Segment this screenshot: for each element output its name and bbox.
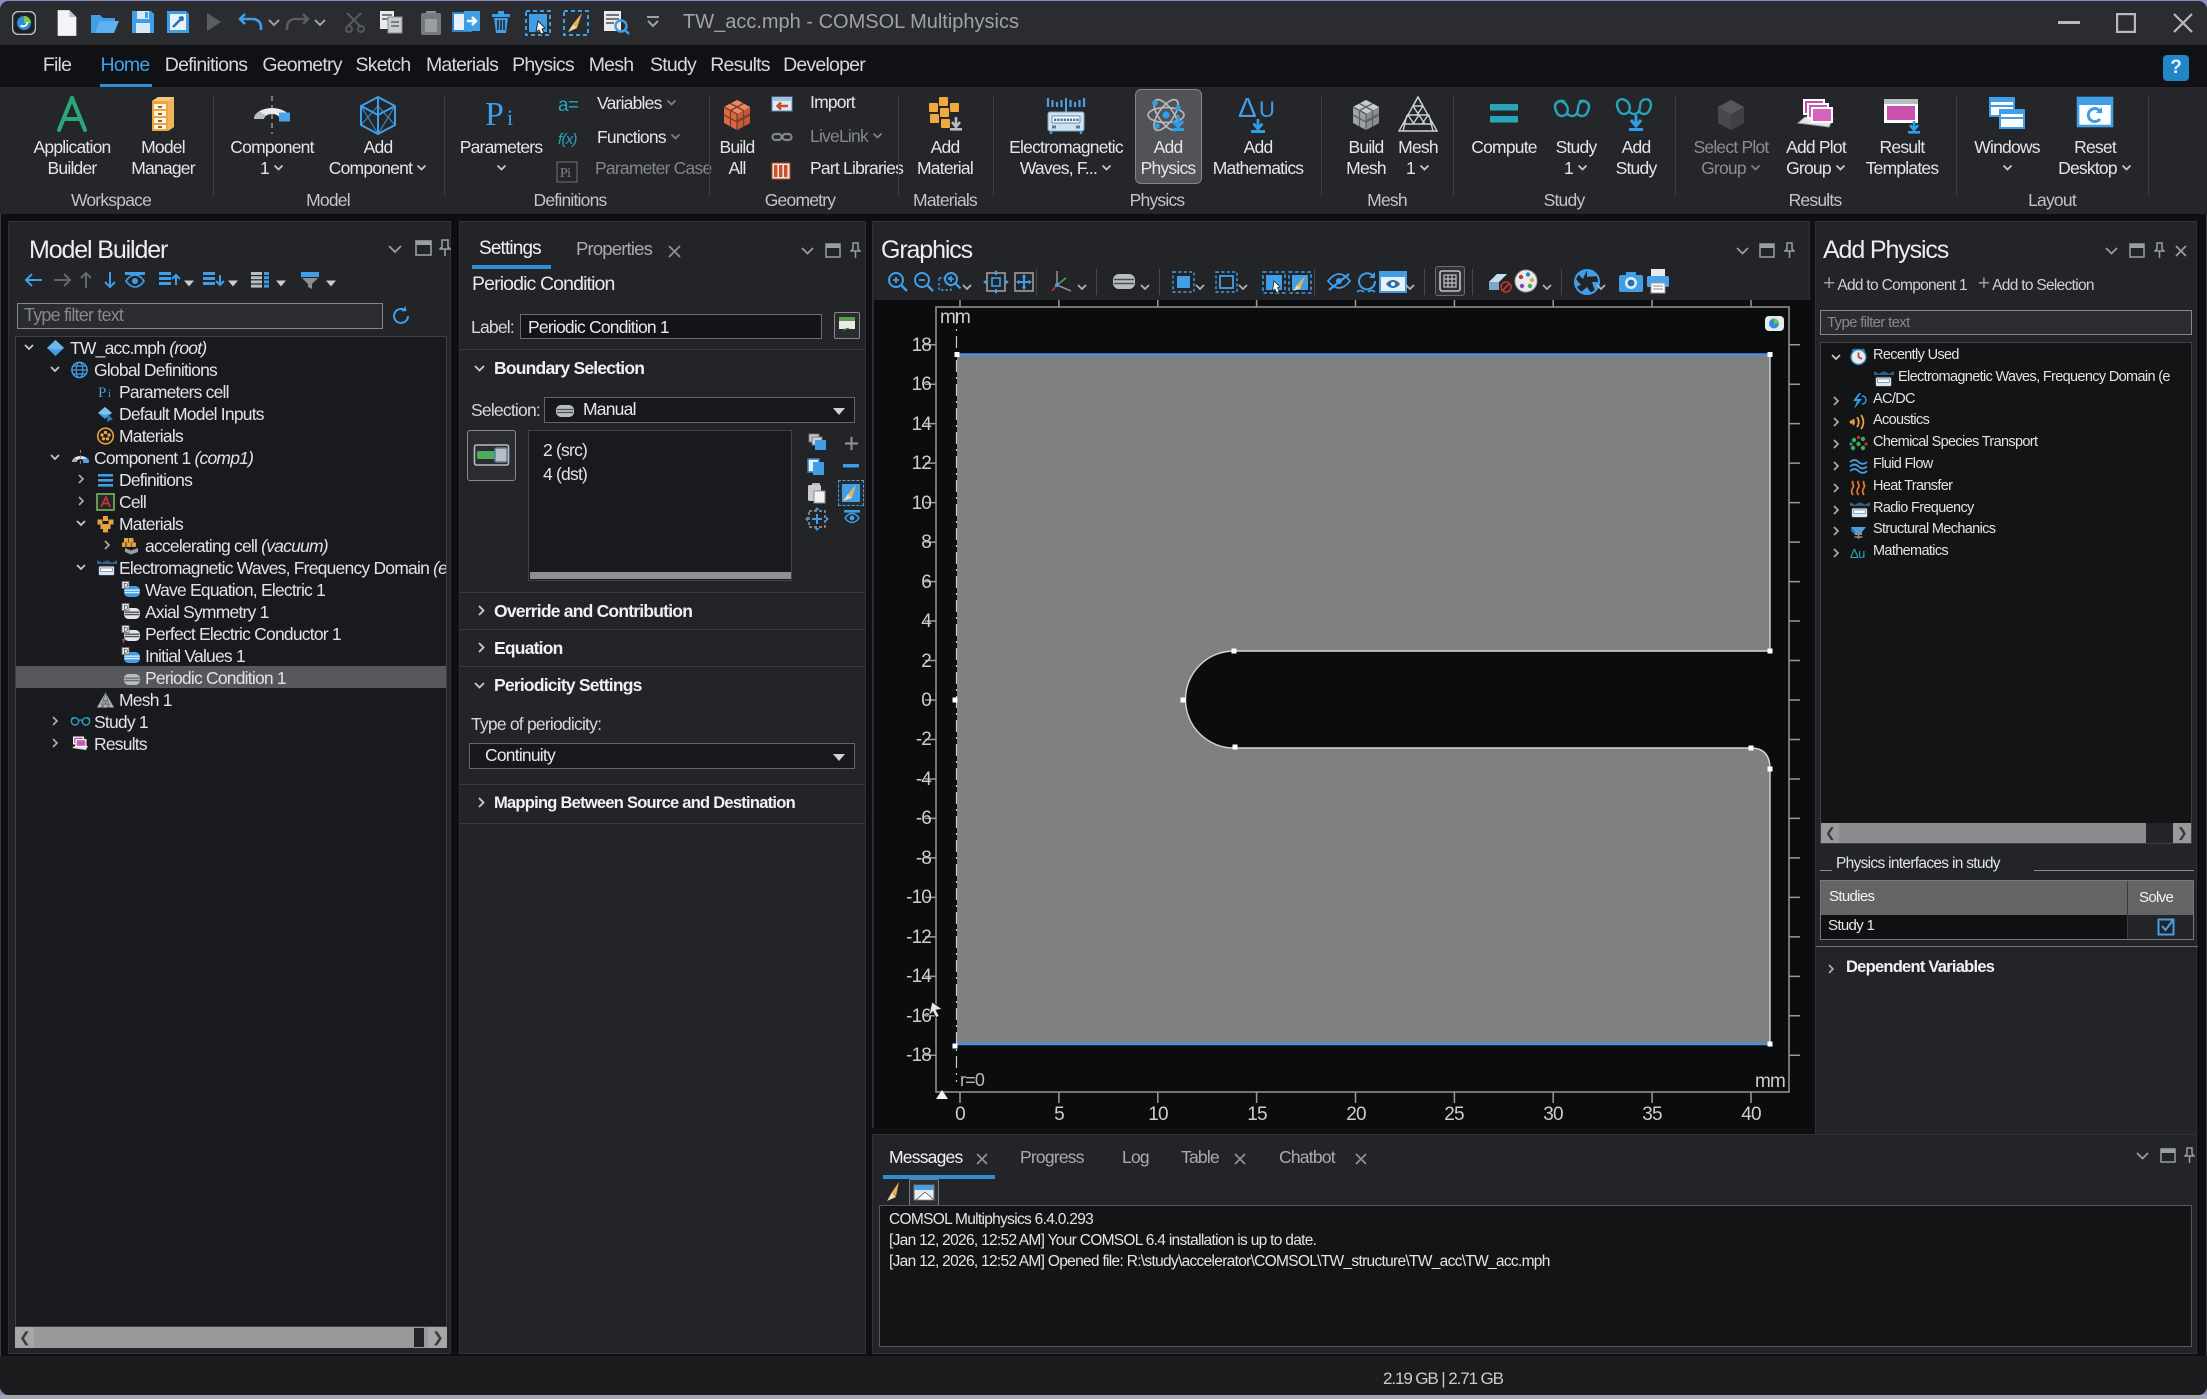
svg-text:5: 5: [1054, 1104, 1064, 1125]
svg-text:-6: -6: [916, 808, 931, 829]
svg-text:Δu: Δu: [1850, 546, 1865, 561]
svg-text:25: 25: [1444, 1104, 1464, 1125]
svg-text:r=0: r=0: [960, 1070, 985, 1090]
svg-text:35: 35: [1642, 1104, 1662, 1125]
svg-text:4: 4: [921, 611, 932, 632]
svg-text:0: 0: [955, 1104, 965, 1125]
svg-text:-12: -12: [906, 927, 931, 948]
svg-text:20: 20: [1346, 1104, 1366, 1125]
svg-text:8: 8: [921, 532, 931, 553]
svg-text:30: 30: [1543, 1104, 1563, 1125]
svg-text:P: P: [485, 96, 503, 131]
svg-text:f(x): f(x): [558, 131, 578, 148]
svg-text:14: 14: [912, 414, 933, 435]
svg-text:-18: -18: [906, 1045, 931, 1066]
svg-text:mm: mm: [940, 307, 970, 328]
svg-text:i: i: [108, 388, 111, 400]
svg-text:-4: -4: [916, 769, 932, 790]
svg-text:D: D: [124, 627, 129, 634]
svg-text:2: 2: [921, 651, 931, 672]
svg-text:D: D: [124, 583, 129, 590]
svg-text:Pi: Pi: [560, 166, 571, 181]
svg-text:a=: a=: [558, 96, 579, 114]
svg-text:i: i: [507, 105, 513, 130]
svg-text:12: 12: [912, 453, 932, 474]
svg-text:15: 15: [1247, 1104, 1267, 1125]
svg-text:U: U: [1259, 97, 1274, 122]
svg-text:Δ: Δ: [1238, 95, 1256, 123]
svg-text:mm: mm: [1755, 1071, 1785, 1092]
svg-text:10: 10: [912, 493, 932, 514]
svg-text:0: 0: [921, 690, 931, 711]
svg-text:-10: -10: [906, 887, 931, 908]
svg-text:10: 10: [1148, 1104, 1168, 1125]
svg-text:40: 40: [1741, 1104, 1761, 1125]
svg-text:-8: -8: [916, 848, 931, 869]
svg-text:P: P: [98, 385, 106, 401]
svg-text:16: 16: [912, 374, 932, 395]
svg-text:D: D: [124, 649, 129, 656]
svg-text:18: 18: [912, 335, 932, 356]
svg-text:6: 6: [921, 572, 931, 593]
svg-text:D: D: [124, 605, 129, 612]
svg-text:-2: -2: [916, 729, 931, 750]
svg-text:-16: -16: [906, 1006, 931, 1027]
svg-text:-14: -14: [906, 966, 932, 987]
